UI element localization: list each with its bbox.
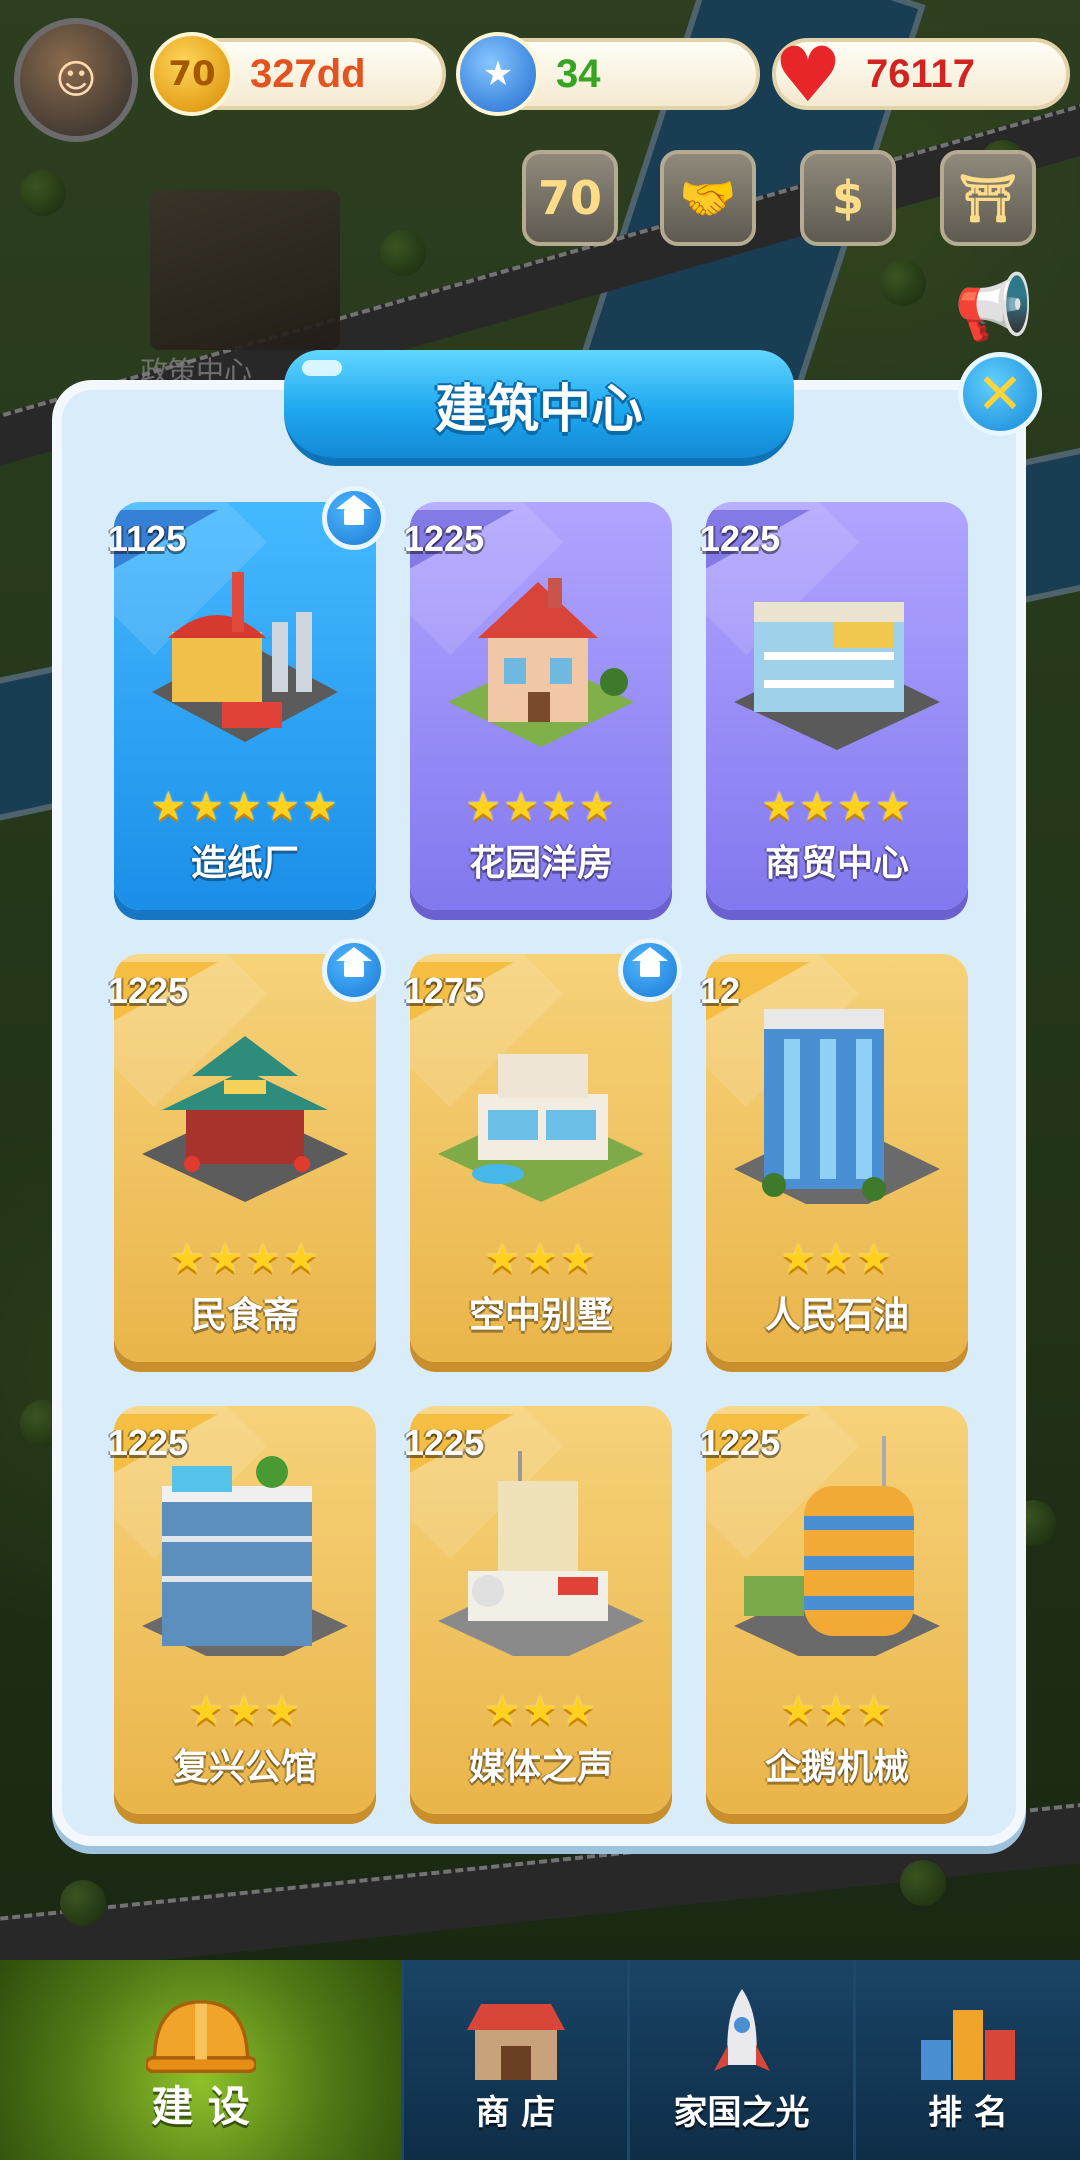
pagoda-icon[interactable]: ⛩ <box>940 150 1036 246</box>
shop-icon <box>461 1990 571 2090</box>
event-icon[interactable]: $ <box>800 150 896 246</box>
star-rating: ★★★ <box>188 1688 302 1734</box>
player-avatar[interactable]: ☺ <box>14 18 138 142</box>
heart-counter[interactable]: ♥ 76117 <box>772 30 1070 119</box>
card-name: 媒体之声 <box>468 1747 613 1788</box>
card-number: 1225 <box>700 518 781 559</box>
coin-counter[interactable]: 70 327dd <box>150 32 446 116</box>
dialog-title: 建筑中心 <box>434 379 643 440</box>
heart-value: 76117 <box>866 51 976 96</box>
building-card-trade-center[interactable]: 1225 ★★★★ 商贸中心 <box>700 502 968 910</box>
speaker-icon[interactable]: 📢 <box>944 262 1044 352</box>
bottom-navigation: 建 设 商 店 家国之光 排 名 <box>0 1960 1080 2160</box>
building-card-sky-villa[interactable]: 1275 ★★★ 空中别墅 <box>404 938 682 1362</box>
close-button[interactable]: ✕ <box>958 352 1042 436</box>
paper-mill-image <box>152 572 338 742</box>
building-card-paper-mill[interactable]: 1125 ★★★★★ 造纸厂 <box>108 486 386 910</box>
building-card-fuxing-mansion[interactable]: 1225 ★★★ 复兴公馆 <box>108 1406 376 1814</box>
close-icon: ✕ <box>976 361 1024 427</box>
card-number: 1225 <box>404 518 485 559</box>
rocket-icon <box>687 1989 797 2090</box>
coin-value: 327dd <box>250 51 366 96</box>
trade-center-image <box>734 602 940 750</box>
card-name: 复兴公馆 <box>172 1747 317 1788</box>
star-rating: ★★★★ <box>465 784 617 830</box>
card-name: 空中别墅 <box>468 1295 613 1336</box>
building-card-media-voice[interactable]: 1225 ★★★ 媒体之声 <box>404 1406 672 1814</box>
nav-tab-national-glory[interactable]: 家国之光 <box>630 1960 856 2160</box>
promo-70-icon[interactable]: 70 <box>522 150 618 246</box>
star-rating: ★★★ <box>780 1688 894 1734</box>
building-card-penguin-machinery[interactable]: 1225 ★★★ 企鹅机械 <box>700 1406 968 1814</box>
nav-label: 建 设 <box>151 2082 250 2131</box>
card-name: 花园洋房 <box>468 843 613 884</box>
building-card-peoples-oil[interactable]: 12 ★★★ 人民石油 <box>700 954 968 1362</box>
nav-label: 家国之光 <box>673 2093 810 2133</box>
home-badge-icon <box>322 938 386 1002</box>
card-name: 人民石油 <box>764 1295 909 1336</box>
heart-icon: ♥ <box>773 29 843 119</box>
restaurant-image <box>142 1036 348 1202</box>
star-rating: ★★★ <box>484 1688 598 1734</box>
star-rating: ★★★★★ <box>150 784 340 830</box>
star-value: 34 <box>556 51 601 96</box>
home-badge-icon <box>322 486 386 550</box>
handshake-icon[interactable]: 🤝 <box>660 150 756 246</box>
star-rating: ★★★★ <box>169 1236 321 1282</box>
card-number: 1275 <box>404 970 485 1011</box>
nav-tab-ranking[interactable]: 排 名 <box>856 1960 1080 2160</box>
card-number: 1225 <box>404 1422 485 1463</box>
star-rating: ★★★ <box>484 1236 598 1282</box>
card-name: 企鹅机械 <box>764 1747 909 1788</box>
nav-label: 排 名 <box>928 2093 1008 2133</box>
card-name: 商贸中心 <box>764 843 909 884</box>
star-icon: ★ <box>456 32 540 116</box>
oil-tower-image <box>734 1009 940 1204</box>
card-number: 1225 <box>108 1422 189 1463</box>
card-number: 1225 <box>700 1422 781 1463</box>
villa-image <box>438 1054 644 1202</box>
card-number: 12 <box>700 970 741 1011</box>
card-number: 1125 <box>108 518 187 559</box>
star-counter[interactable]: ★ 34 <box>456 32 760 116</box>
building-card-minshizhai[interactable]: 1225 ★★★★ 民食斋 <box>108 938 386 1362</box>
building-card-garden-house[interactable]: 1225 ★★★★ 花园洋房 <box>404 502 672 910</box>
nav-label: 商 店 <box>475 2093 556 2133</box>
dialog-title-bar: 建筑中心 <box>284 350 794 466</box>
home-badge-icon <box>618 938 682 1002</box>
coin-icon: 70 <box>150 32 234 116</box>
nav-tab-shop[interactable]: 商 店 <box>404 1960 630 2160</box>
garden-house-image <box>448 578 634 747</box>
nav-tab-build[interactable]: 建 设 <box>0 1960 404 2160</box>
ranking-icon <box>913 1990 1023 2090</box>
card-number: 1225 <box>108 970 189 1011</box>
star-rating: ★★★★ <box>761 784 913 830</box>
card-name: 民食斋 <box>190 1295 299 1336</box>
card-name: 造纸厂 <box>190 843 299 884</box>
avatar-face-icon: ☺ <box>55 57 97 103</box>
star-rating: ★★★ <box>780 1236 894 1282</box>
